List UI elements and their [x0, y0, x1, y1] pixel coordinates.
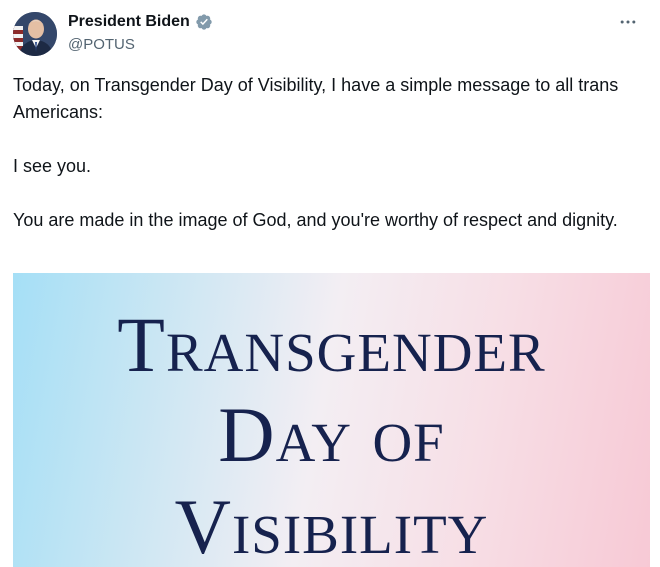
- verified-badge-icon[interactable]: [195, 13, 213, 31]
- author-name-row: President Biden: [68, 12, 213, 32]
- media-title-line: Visibility: [174, 483, 489, 567]
- author-handle[interactable]: @POTUS: [68, 35, 135, 55]
- media-title-line: Day of: [218, 391, 445, 478]
- more-options-button[interactable]: [616, 10, 640, 34]
- tweet-paragraph: I see you.: [13, 156, 92, 176]
- avatar[interactable]: [13, 12, 57, 56]
- tweet-media-image[interactable]: Transgender Day of Visibility: [13, 273, 650, 567]
- more-horizontal-icon: [620, 20, 636, 24]
- tweet: President Biden @POTUS Today, on Transge…: [0, 0, 660, 567]
- author-display-name[interactable]: President Biden: [68, 12, 190, 32]
- tweet-text: Today, on Transgender Day of Visibility,…: [13, 72, 643, 234]
- tweet-paragraph: Today, on Transgender Day of Visibility,…: [13, 75, 619, 122]
- media-title-line: Transgender: [117, 301, 546, 388]
- avatar-image: [13, 12, 57, 56]
- tweet-paragraph: You are made in the image of God, and yo…: [13, 210, 618, 230]
